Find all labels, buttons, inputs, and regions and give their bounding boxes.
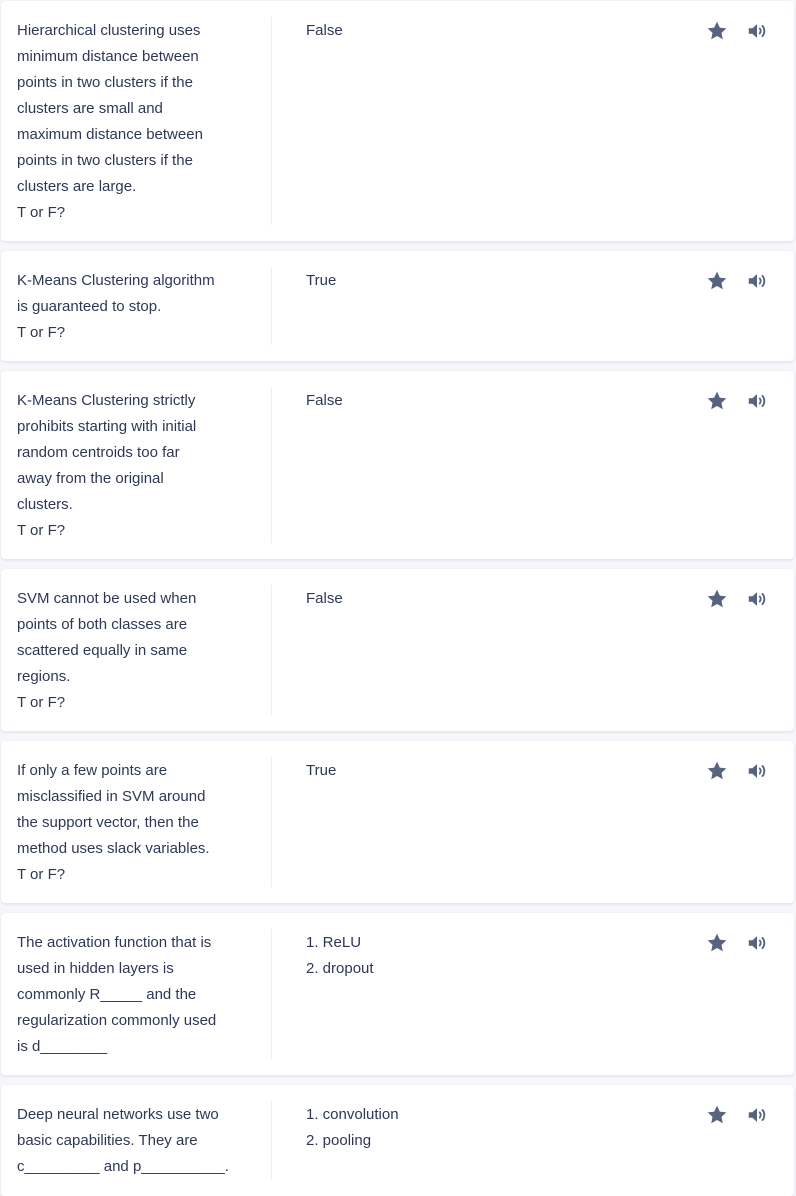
term-card: K-Means Clustering strictly prohibits st… bbox=[1, 371, 794, 559]
star-icon bbox=[707, 933, 727, 952]
audio-icon bbox=[748, 274, 766, 288]
audio-button[interactable] bbox=[745, 269, 769, 293]
term-card: Hierarchical clustering uses minimum dis… bbox=[1, 1, 794, 241]
term-card: The activation function that is used in … bbox=[1, 913, 794, 1075]
term-card: K-Means Clustering algorithm is guarante… bbox=[1, 251, 794, 361]
star-button[interactable] bbox=[705, 759, 729, 783]
audio-icon bbox=[748, 764, 766, 778]
term-card: SVM cannot be used when points of both c… bbox=[1, 569, 794, 731]
card-divider bbox=[271, 17, 272, 225]
star-button[interactable] bbox=[705, 931, 729, 955]
audio-icon bbox=[748, 394, 766, 408]
star-button[interactable] bbox=[705, 389, 729, 413]
star-icon bbox=[707, 761, 727, 780]
audio-button[interactable] bbox=[745, 759, 769, 783]
star-icon bbox=[707, 1105, 727, 1124]
term-text: If only a few points are misclassified i… bbox=[17, 762, 210, 883]
audio-button[interactable] bbox=[745, 19, 769, 43]
card-divider bbox=[271, 387, 272, 543]
term-text: K-Means Clustering strictly prohibits st… bbox=[17, 392, 197, 539]
star-button[interactable] bbox=[705, 19, 729, 43]
star-button[interactable] bbox=[705, 269, 729, 293]
card-divider bbox=[271, 757, 272, 887]
term-text: K-Means Clustering algorithm is guarante… bbox=[17, 272, 215, 341]
star-icon bbox=[707, 589, 727, 608]
audio-icon bbox=[748, 1108, 766, 1122]
card-divider bbox=[271, 267, 272, 345]
definition-text: True bbox=[306, 272, 337, 289]
star-icon bbox=[707, 391, 727, 410]
card-divider bbox=[271, 929, 272, 1059]
star-icon bbox=[707, 21, 727, 40]
definition-text: 1. ReLU 2. dropout bbox=[306, 934, 374, 977]
audio-button[interactable] bbox=[745, 931, 769, 955]
card-divider bbox=[271, 585, 272, 715]
term-text: Deep neural networks use two basic capab… bbox=[17, 1106, 229, 1175]
term-list: Hierarchical clustering uses minimum dis… bbox=[0, 0, 796, 1196]
star-button[interactable] bbox=[705, 587, 729, 611]
audio-button[interactable] bbox=[745, 1103, 769, 1127]
term-card: If only a few points are misclassified i… bbox=[1, 741, 794, 903]
definition-text: False bbox=[306, 392, 343, 409]
definition-text: False bbox=[306, 590, 343, 607]
definition-text: True bbox=[306, 762, 337, 779]
definition-text: 1. convolution 2. pooling bbox=[306, 1106, 399, 1149]
term-text: Hierarchical clustering uses minimum dis… bbox=[17, 22, 203, 221]
star-icon bbox=[707, 271, 727, 290]
term-text: The activation function that is used in … bbox=[17, 934, 217, 1055]
audio-icon bbox=[748, 592, 766, 606]
audio-icon bbox=[748, 24, 766, 38]
card-divider bbox=[271, 1101, 272, 1180]
term-text: SVM cannot be used when points of both c… bbox=[17, 590, 197, 711]
definition-text: False bbox=[306, 22, 343, 39]
star-button[interactable] bbox=[705, 1103, 729, 1127]
term-card: Deep neural networks use two basic capab… bbox=[1, 1085, 794, 1196]
audio-button[interactable] bbox=[745, 389, 769, 413]
audio-icon bbox=[748, 936, 766, 950]
audio-button[interactable] bbox=[745, 587, 769, 611]
